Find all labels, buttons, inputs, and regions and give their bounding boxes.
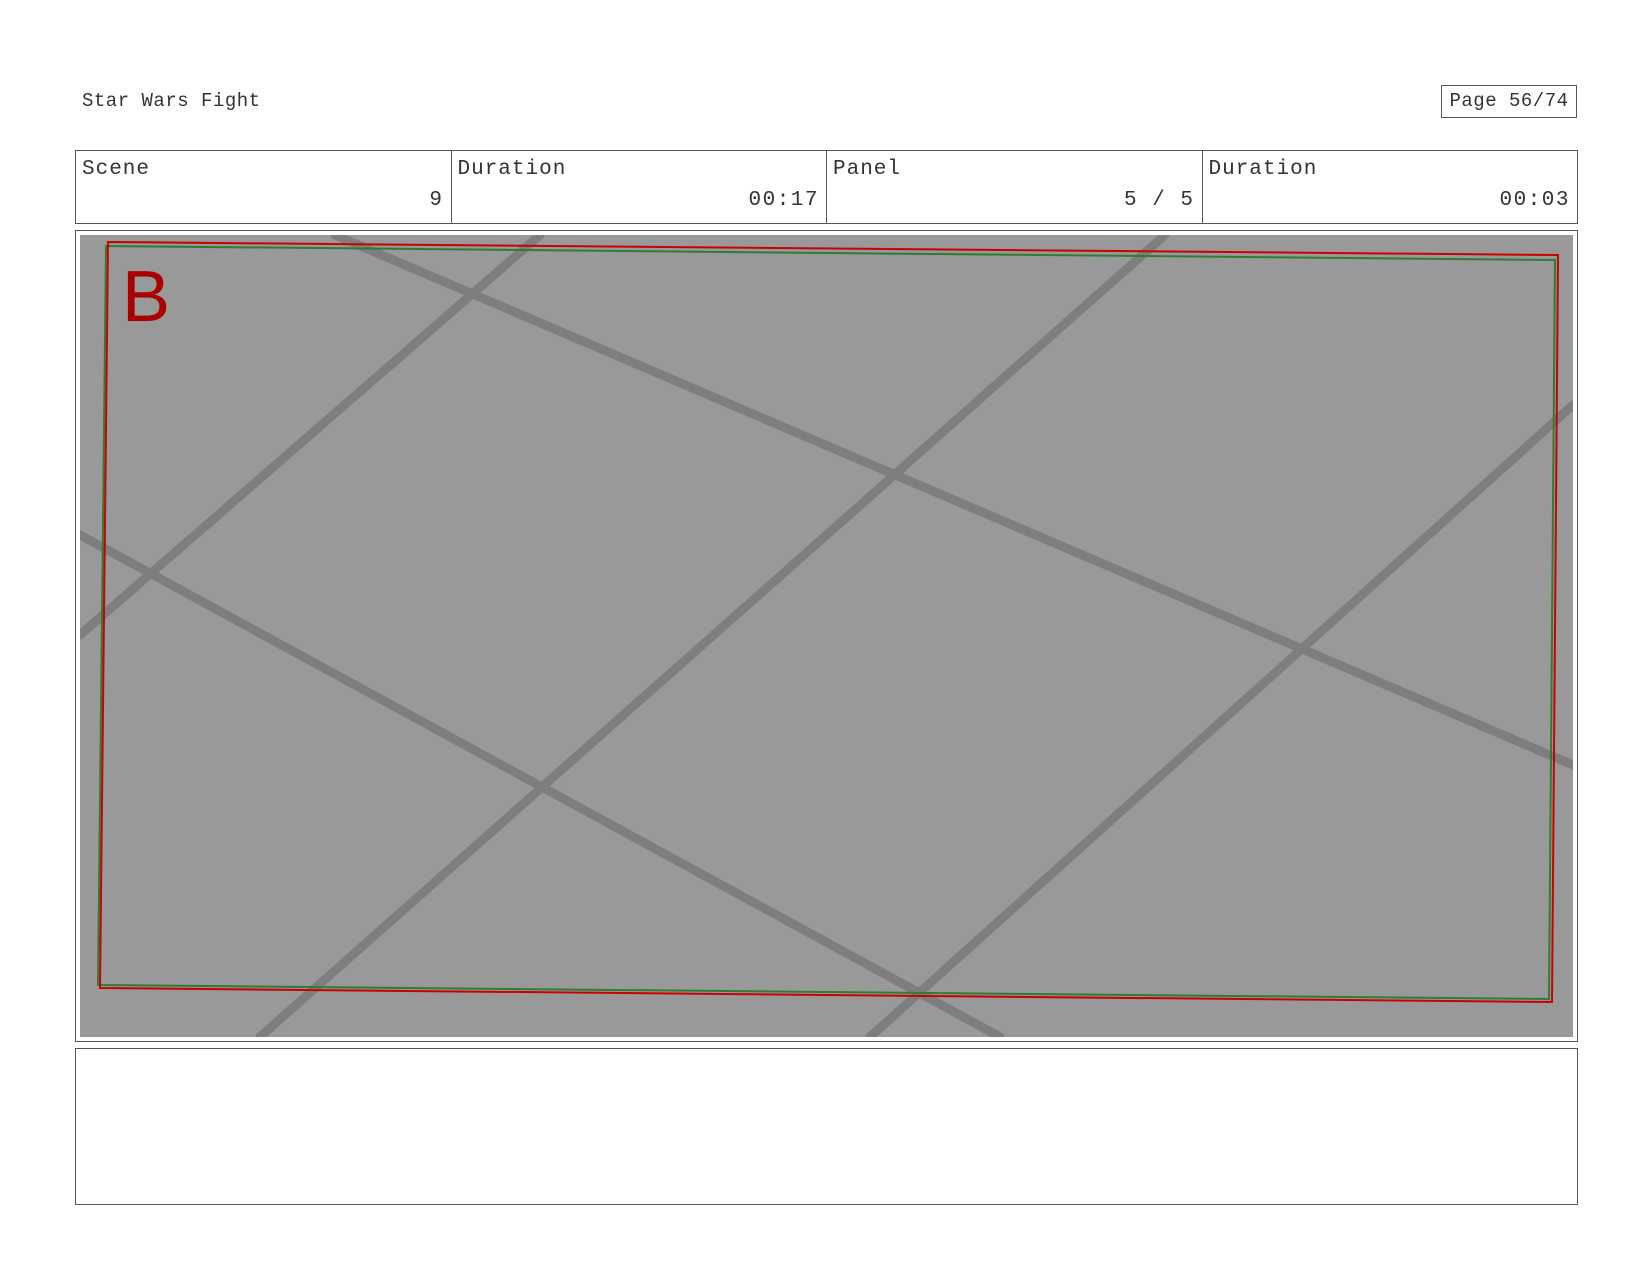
- panel-info-row: Scene 9 Duration 00:17 Panel 5 / 5 Durat…: [75, 150, 1578, 224]
- scene-label: Scene: [82, 158, 151, 181]
- panel-value: 5 / 5: [1123, 189, 1195, 212]
- scene-cell: Scene 9: [76, 151, 452, 223]
- panel-background: [80, 235, 1573, 1037]
- panel-cell: Panel 5 / 5: [827, 151, 1203, 223]
- page-indicator: Page 56/74: [1441, 85, 1577, 118]
- panel-drawing: B: [80, 235, 1573, 1037]
- scene-duration-value: 00:17: [748, 189, 819, 212]
- scene-duration-label: Duration: [457, 158, 567, 181]
- panel-label: Panel: [833, 158, 902, 181]
- document-title: Star Wars Fight: [82, 90, 261, 112]
- scene-value: 9: [429, 189, 444, 212]
- panel-duration-label: Duration: [1208, 158, 1318, 181]
- camera-marker-letter: B: [122, 257, 170, 337]
- scene-duration-cell: Duration 00:17: [452, 151, 827, 223]
- notes-box[interactable]: [75, 1048, 1578, 1205]
- panel-duration-cell: Duration 00:03: [1203, 151, 1578, 223]
- storyboard-panel: B: [75, 230, 1578, 1042]
- panel-duration-value: 00:03: [1499, 189, 1570, 212]
